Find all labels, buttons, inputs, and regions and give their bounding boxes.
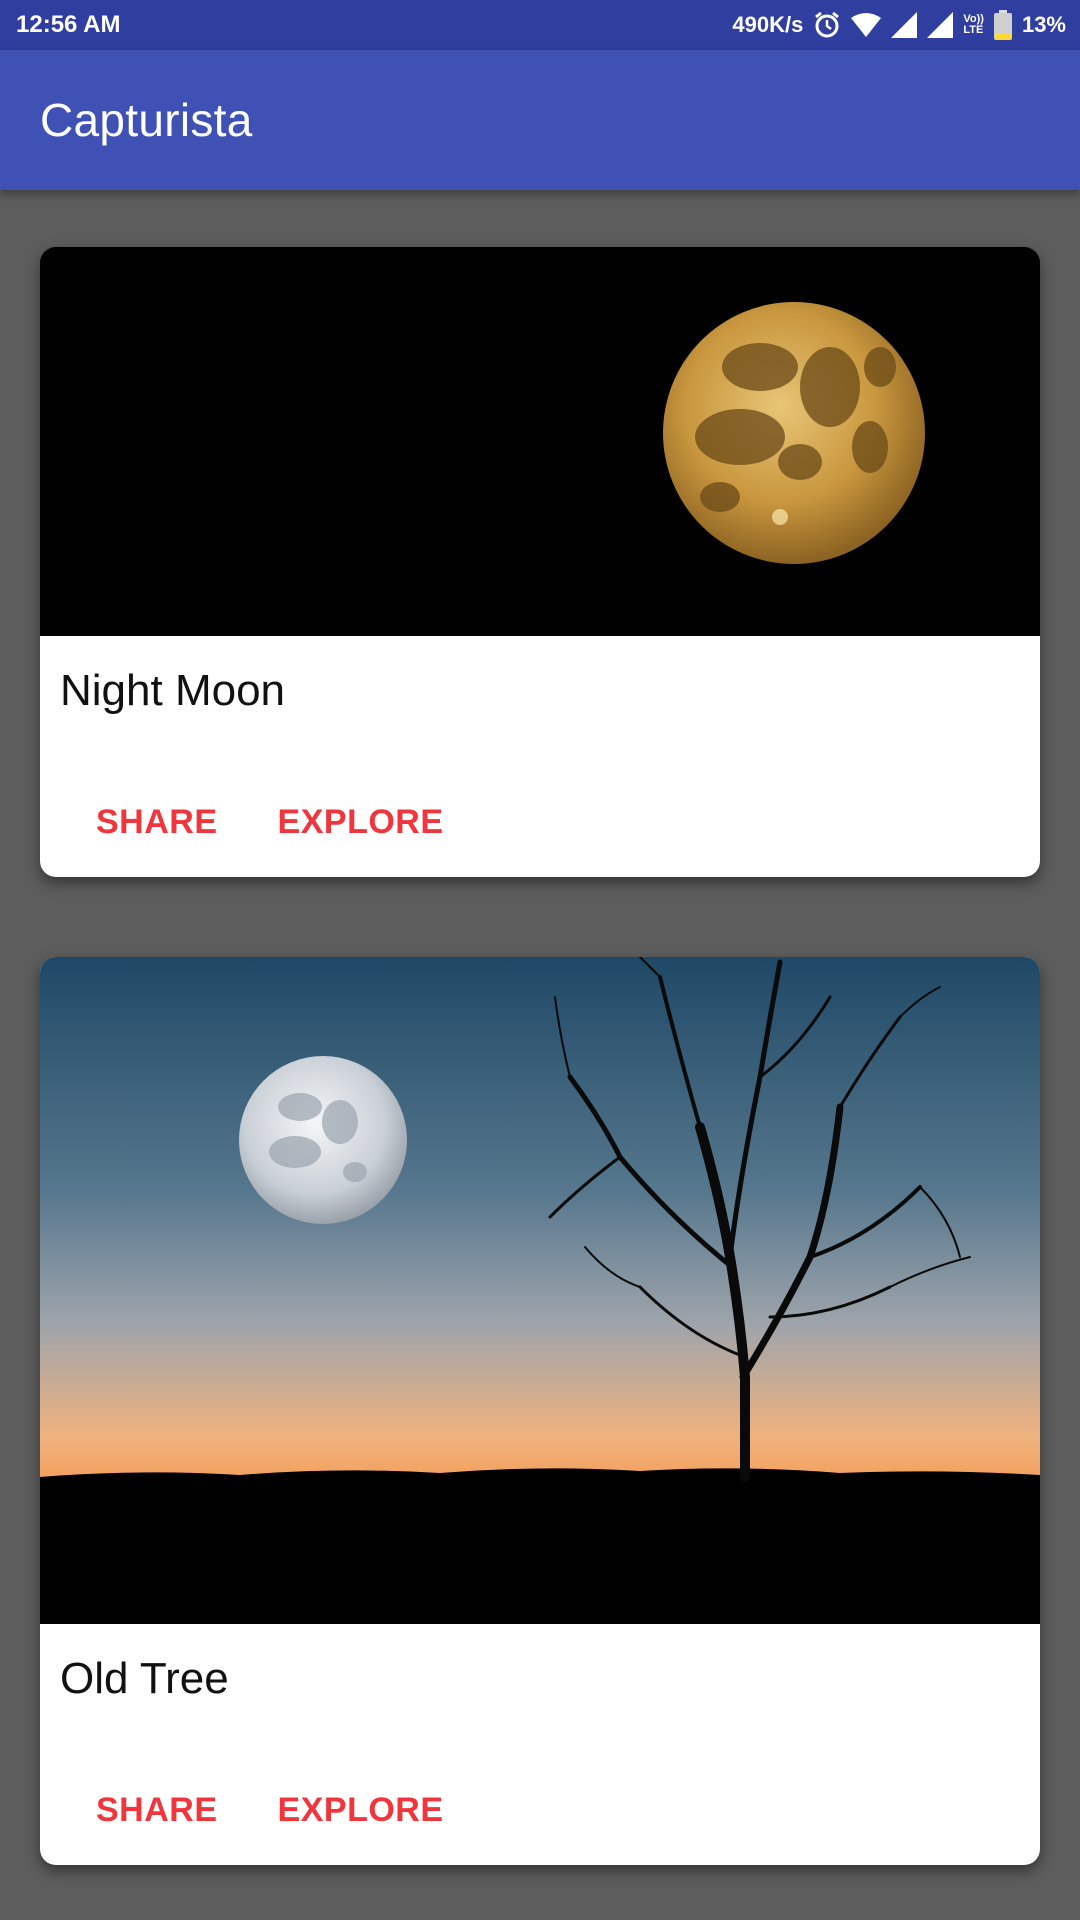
explore-button[interactable]: EXPLORE [258,1775,464,1846]
volte-icon: Vo)) LTE [963,13,984,36]
signal-icon [927,12,954,38]
signal-icon [891,12,918,38]
wifi-icon [851,12,882,38]
card-image-night-moon[interactable] [40,247,1040,636]
battery-percent: 13% [1021,12,1066,37]
card-title: Old Tree [60,1654,229,1703]
card-title: Night Moon [60,666,286,715]
battery-icon [993,10,1012,40]
network-speed: 490K/s [732,12,804,37]
card-actions: SHARE EXPLORE [40,767,1040,877]
card-actions: SHARE EXPLORE [40,1755,1040,1865]
card-image-old-tree[interactable] [40,957,1040,1624]
photo-card: Night Moon SHARE EXPLORE [40,247,1040,877]
share-button[interactable]: SHARE [76,1775,238,1846]
share-button[interactable]: SHARE [76,787,238,858]
alarm-icon [813,11,841,39]
photo-card: Old Tree SHARE EXPLORE [40,957,1040,1865]
status-time: 12:56 AM [16,11,121,38]
app-bar: Capturista [0,50,1080,190]
explore-button[interactable]: EXPLORE [258,787,464,858]
status-icons: 490K/s Vo)) LTE 13% [732,10,1066,40]
status-bar: 12:56 AM 490K/s Vo)) LTE 13% [0,0,1080,50]
app-title: Capturista [40,94,253,146]
